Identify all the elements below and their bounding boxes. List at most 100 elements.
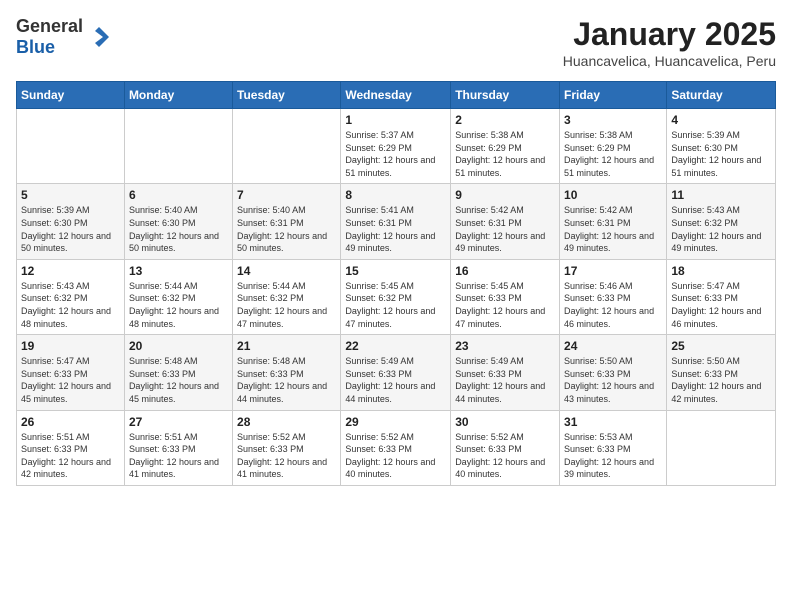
day-info: Sunrise: 5:43 AM Sunset: 6:32 PM Dayligh… bbox=[21, 280, 120, 330]
table-row: 3 Sunrise: 5:38 AM Sunset: 6:29 PM Daylig… bbox=[560, 109, 667, 184]
table-row: 6 Sunrise: 5:40 AM Sunset: 6:30 PM Daylig… bbox=[124, 184, 232, 259]
header-monday: Monday bbox=[124, 82, 232, 109]
table-row: 12 Sunrise: 5:43 AM Sunset: 6:32 PM Dayli… bbox=[17, 259, 125, 334]
header-friday: Friday bbox=[560, 82, 667, 109]
table-row: 27Sunrise: 5:51 AM Sunset: 6:33 PM Dayli… bbox=[124, 410, 232, 485]
table-row: 19Sunrise: 5:47 AM Sunset: 6:33 PM Dayli… bbox=[17, 335, 125, 410]
day-number: 30 bbox=[455, 415, 555, 429]
day-number: 16 bbox=[455, 264, 555, 278]
day-info: Sunrise: 5:39 AM Sunset: 6:30 PM Dayligh… bbox=[671, 129, 771, 179]
day-number: 6 bbox=[129, 188, 228, 202]
table-row: 1 Sunrise: 5:37 AM Sunset: 6:29 PM Daylig… bbox=[341, 109, 451, 184]
day-number: 22 bbox=[345, 339, 446, 353]
day-number: 15 bbox=[345, 264, 446, 278]
table-row: 7 Sunrise: 5:40 AM Sunset: 6:31 PM Daylig… bbox=[233, 184, 341, 259]
table-row bbox=[233, 109, 341, 184]
table-row: 14Sunrise: 5:44 AM Sunset: 6:32 PM Dayli… bbox=[233, 259, 341, 334]
day-number: 2 bbox=[455, 113, 555, 127]
day-info: Sunrise: 5:47 AM Sunset: 6:33 PM Dayligh… bbox=[21, 355, 120, 405]
day-info: Sunrise: 5:38 AM Sunset: 6:29 PM Dayligh… bbox=[455, 129, 555, 179]
table-row: 21Sunrise: 5:48 AM Sunset: 6:33 PM Dayli… bbox=[233, 335, 341, 410]
day-number: 10 bbox=[564, 188, 662, 202]
day-number: 25 bbox=[671, 339, 771, 353]
day-number: 21 bbox=[237, 339, 336, 353]
day-number: 4 bbox=[671, 113, 771, 127]
calendar-week-row: 19Sunrise: 5:47 AM Sunset: 6:33 PM Dayli… bbox=[17, 335, 776, 410]
table-row: 9 Sunrise: 5:42 AM Sunset: 6:31 PM Daylig… bbox=[451, 184, 560, 259]
day-info: Sunrise: 5:40 AM Sunset: 6:31 PM Dayligh… bbox=[237, 204, 336, 254]
table-row: 30 Sunrise: 5:52 AM Sunset: 6:33 PM Dayli… bbox=[451, 410, 560, 485]
table-row: 31 Sunrise: 5:53 AM Sunset: 6:33 PM Dayli… bbox=[560, 410, 667, 485]
day-info: Sunrise: 5:40 AM Sunset: 6:30 PM Dayligh… bbox=[129, 204, 228, 254]
day-info: Sunrise: 5:49 AM Sunset: 6:33 PM Dayligh… bbox=[345, 355, 446, 405]
calendar-header-row: Sunday Monday Tuesday Wednesday Thursday… bbox=[17, 82, 776, 109]
day-info: Sunrise: 5:42 AM Sunset: 6:31 PM Dayligh… bbox=[455, 204, 555, 254]
calendar-week-row: 5 Sunrise: 5:39 AM Sunset: 6:30 PM Daylig… bbox=[17, 184, 776, 259]
logo-general: General bbox=[16, 16, 83, 36]
day-info: Sunrise: 5:43 AM Sunset: 6:32 PM Dayligh… bbox=[671, 204, 771, 254]
page-header: General Blue January 2025 Huancavelica, … bbox=[16, 16, 776, 69]
logo-text: General Blue bbox=[16, 16, 83, 58]
calendar-week-row: 12 Sunrise: 5:43 AM Sunset: 6:32 PM Dayli… bbox=[17, 259, 776, 334]
day-info: Sunrise: 5:37 AM Sunset: 6:29 PM Dayligh… bbox=[345, 129, 446, 179]
table-row: 13Sunrise: 5:44 AM Sunset: 6:32 PM Dayli… bbox=[124, 259, 232, 334]
table-row bbox=[667, 410, 776, 485]
table-row: 24 Sunrise: 5:50 AM Sunset: 6:33 PM Dayli… bbox=[560, 335, 667, 410]
day-number: 18 bbox=[671, 264, 771, 278]
day-info: Sunrise: 5:51 AM Sunset: 6:33 PM Dayligh… bbox=[21, 431, 120, 481]
day-number: 23 bbox=[455, 339, 555, 353]
header-wednesday: Wednesday bbox=[341, 82, 451, 109]
day-info: Sunrise: 5:45 AM Sunset: 6:32 PM Dayligh… bbox=[345, 280, 446, 330]
header-sunday: Sunday bbox=[17, 82, 125, 109]
day-info: Sunrise: 5:52 AM Sunset: 6:33 PM Dayligh… bbox=[455, 431, 555, 481]
day-info: Sunrise: 5:53 AM Sunset: 6:33 PM Dayligh… bbox=[564, 431, 662, 481]
day-number: 7 bbox=[237, 188, 336, 202]
day-info: Sunrise: 5:50 AM Sunset: 6:33 PM Dayligh… bbox=[564, 355, 662, 405]
header-thursday: Thursday bbox=[451, 82, 560, 109]
day-info: Sunrise: 5:50 AM Sunset: 6:33 PM Dayligh… bbox=[671, 355, 771, 405]
day-number: 5 bbox=[21, 188, 120, 202]
day-number: 3 bbox=[564, 113, 662, 127]
table-row: 20Sunrise: 5:48 AM Sunset: 6:33 PM Dayli… bbox=[124, 335, 232, 410]
table-row: 5 Sunrise: 5:39 AM Sunset: 6:30 PM Daylig… bbox=[17, 184, 125, 259]
day-info: Sunrise: 5:41 AM Sunset: 6:31 PM Dayligh… bbox=[345, 204, 446, 254]
day-info: Sunrise: 5:39 AM Sunset: 6:30 PM Dayligh… bbox=[21, 204, 120, 254]
table-row: 18 Sunrise: 5:47 AM Sunset: 6:33 PM Dayli… bbox=[667, 259, 776, 334]
day-number: 12 bbox=[21, 264, 120, 278]
page-title: January 2025 bbox=[563, 16, 776, 53]
calendar-table: Sunday Monday Tuesday Wednesday Thursday… bbox=[16, 81, 776, 486]
day-number: 28 bbox=[237, 415, 336, 429]
table-row: 25 Sunrise: 5:50 AM Sunset: 6:33 PM Dayli… bbox=[667, 335, 776, 410]
day-info: Sunrise: 5:47 AM Sunset: 6:33 PM Dayligh… bbox=[671, 280, 771, 330]
table-row: 15 Sunrise: 5:45 AM Sunset: 6:32 PM Dayli… bbox=[341, 259, 451, 334]
day-number: 31 bbox=[564, 415, 662, 429]
day-number: 13 bbox=[129, 264, 228, 278]
day-number: 29 bbox=[345, 415, 446, 429]
day-number: 24 bbox=[564, 339, 662, 353]
table-row: 8 Sunrise: 5:41 AM Sunset: 6:31 PM Daylig… bbox=[341, 184, 451, 259]
day-number: 20 bbox=[129, 339, 228, 353]
table-row: 4 Sunrise: 5:39 AM Sunset: 6:30 PM Daylig… bbox=[667, 109, 776, 184]
page-subtitle: Huancavelica, Huancavelica, Peru bbox=[563, 53, 776, 69]
day-number: 1 bbox=[345, 113, 446, 127]
table-row: 28Sunrise: 5:52 AM Sunset: 6:33 PM Dayli… bbox=[233, 410, 341, 485]
table-row: 17 Sunrise: 5:46 AM Sunset: 6:33 PM Dayli… bbox=[560, 259, 667, 334]
table-row: 11Sunrise: 5:43 AM Sunset: 6:32 PM Dayli… bbox=[667, 184, 776, 259]
day-info: Sunrise: 5:46 AM Sunset: 6:33 PM Dayligh… bbox=[564, 280, 662, 330]
day-number: 9 bbox=[455, 188, 555, 202]
table-row bbox=[124, 109, 232, 184]
day-info: Sunrise: 5:38 AM Sunset: 6:29 PM Dayligh… bbox=[564, 129, 662, 179]
table-row bbox=[17, 109, 125, 184]
table-row: 2 Sunrise: 5:38 AM Sunset: 6:29 PM Daylig… bbox=[451, 109, 560, 184]
day-info: Sunrise: 5:42 AM Sunset: 6:31 PM Dayligh… bbox=[564, 204, 662, 254]
day-number: 8 bbox=[345, 188, 446, 202]
day-info: Sunrise: 5:49 AM Sunset: 6:33 PM Dayligh… bbox=[455, 355, 555, 405]
day-info: Sunrise: 5:44 AM Sunset: 6:32 PM Dayligh… bbox=[237, 280, 336, 330]
table-row: 22 Sunrise: 5:49 AM Sunset: 6:33 PM Dayli… bbox=[341, 335, 451, 410]
table-row: 10 Sunrise: 5:42 AM Sunset: 6:31 PM Dayli… bbox=[560, 184, 667, 259]
day-number: 26 bbox=[21, 415, 120, 429]
day-info: Sunrise: 5:51 AM Sunset: 6:33 PM Dayligh… bbox=[129, 431, 228, 481]
table-row: 26 Sunrise: 5:51 AM Sunset: 6:33 PM Dayli… bbox=[17, 410, 125, 485]
calendar-week-row: 1 Sunrise: 5:37 AM Sunset: 6:29 PM Daylig… bbox=[17, 109, 776, 184]
day-number: 17 bbox=[564, 264, 662, 278]
